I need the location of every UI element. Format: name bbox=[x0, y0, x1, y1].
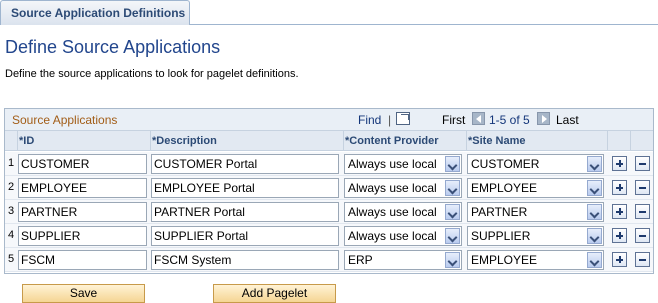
site-name-select[interactable]: EMPLOYEE bbox=[467, 178, 604, 198]
next-row-icon[interactable] bbox=[537, 112, 550, 125]
row-number: 4 bbox=[8, 229, 15, 241]
site-name-select[interactable]: PARTNER bbox=[467, 202, 604, 222]
content-provider-select[interactable]: Always use local bbox=[344, 154, 462, 174]
chevron-down-icon[interactable] bbox=[445, 228, 460, 244]
site-name-value: CUSTOMER bbox=[471, 157, 540, 171]
grid-title: Source Applications bbox=[12, 113, 118, 127]
content-provider-select[interactable]: Always use local bbox=[344, 226, 462, 246]
description-field[interactable] bbox=[151, 250, 339, 270]
chevron-down-icon[interactable] bbox=[587, 228, 602, 244]
site-name-value: EMPLOYEE bbox=[471, 181, 538, 195]
instructions-text: Define the source applications to look f… bbox=[5, 68, 299, 80]
add-row-button[interactable] bbox=[612, 156, 627, 171]
tab-source-application-definitions[interactable]: Source Application Definitions bbox=[0, 0, 190, 25]
content-provider-value: Always use local bbox=[348, 181, 437, 195]
table-row: 2 Always use local EMPLOYEE bbox=[5, 176, 653, 200]
column-header-description[interactable]: *Description bbox=[152, 135, 217, 147]
column-header-content-provider[interactable]: *Content Provider bbox=[345, 135, 439, 147]
content-provider-select[interactable]: ERP bbox=[344, 250, 462, 270]
delete-row-button[interactable] bbox=[635, 156, 650, 171]
chevron-down-icon[interactable] bbox=[587, 156, 602, 172]
content-provider-value: Always use local bbox=[348, 229, 437, 243]
find-link[interactable]: Find bbox=[358, 113, 381, 127]
previous-row-icon[interactable] bbox=[472, 112, 485, 125]
tab-label: Source Application Definitions bbox=[11, 6, 186, 20]
add-row-button[interactable] bbox=[612, 180, 627, 195]
id-field[interactable] bbox=[18, 250, 147, 270]
content-provider-value: Always use local bbox=[348, 205, 437, 219]
tab-divider bbox=[190, 24, 658, 25]
id-field[interactable] bbox=[18, 202, 147, 222]
column-divider bbox=[150, 131, 151, 151]
site-name-value: PARTNER bbox=[471, 205, 528, 219]
row-range: 1-5 of 5 bbox=[489, 113, 530, 127]
table-row: 5 ERP EMPLOYEE bbox=[5, 248, 653, 272]
chevron-down-icon[interactable] bbox=[587, 180, 602, 196]
add-row-button[interactable] bbox=[612, 252, 627, 267]
description-field[interactable] bbox=[151, 202, 339, 222]
column-header-site-name[interactable]: *Site Name bbox=[468, 135, 525, 147]
grid-header: Source Applications Find | First 1-5 of … bbox=[5, 109, 653, 131]
view-all-icon[interactable] bbox=[396, 112, 410, 125]
add-row-button[interactable] bbox=[612, 204, 627, 219]
column-divider bbox=[630, 131, 631, 151]
column-headers: *ID *Description *Content Provider *Site… bbox=[5, 131, 653, 151]
column-divider bbox=[343, 131, 344, 151]
row-number: 3 bbox=[8, 205, 15, 217]
tab-strip: Source Application Definitions bbox=[0, 0, 658, 26]
column-divider bbox=[466, 131, 467, 151]
content-provider-select[interactable]: Always use local bbox=[344, 178, 462, 198]
source-applications-grid: Source Applications Find | First 1-5 of … bbox=[4, 108, 654, 274]
id-field[interactable] bbox=[18, 154, 147, 174]
chevron-down-icon[interactable] bbox=[445, 180, 460, 196]
delete-row-button[interactable] bbox=[635, 228, 650, 243]
site-name-select[interactable]: EMPLOYEE bbox=[467, 250, 604, 270]
description-field[interactable] bbox=[151, 154, 339, 174]
row-number: 1 bbox=[8, 157, 15, 169]
chevron-down-icon[interactable] bbox=[445, 156, 460, 172]
table-row: 4 Always use local SUPPLIER bbox=[5, 224, 653, 248]
delete-row-button[interactable] bbox=[635, 252, 650, 267]
chevron-down-icon[interactable] bbox=[445, 252, 460, 268]
table-row: 1 Always use local CUSTOMER bbox=[5, 152, 653, 176]
separator: | bbox=[388, 113, 392, 127]
row-number: 5 bbox=[8, 253, 15, 265]
add-pagelet-button[interactable]: Add Pagelet bbox=[213, 284, 336, 303]
site-name-value: SUPPLIER bbox=[471, 229, 531, 243]
column-divider bbox=[607, 131, 608, 151]
content-provider-value: ERP bbox=[348, 253, 373, 267]
chevron-down-icon[interactable] bbox=[587, 252, 602, 268]
table-row: 3 Always use local PARTNER bbox=[5, 200, 653, 224]
site-name-select[interactable]: CUSTOMER bbox=[467, 154, 604, 174]
content-provider-select[interactable]: Always use local bbox=[344, 202, 462, 222]
id-field[interactable] bbox=[18, 226, 147, 246]
row-number: 2 bbox=[8, 181, 15, 193]
column-header-id[interactable]: *ID bbox=[19, 135, 34, 147]
last-label: Last bbox=[556, 113, 579, 127]
delete-row-button[interactable] bbox=[635, 204, 650, 219]
site-name-value: EMPLOYEE bbox=[471, 253, 538, 267]
site-name-select[interactable]: SUPPLIER bbox=[467, 226, 604, 246]
save-button[interactable]: Save bbox=[22, 284, 145, 303]
page-title: Define Source Applications bbox=[5, 37, 221, 57]
chevron-down-icon[interactable] bbox=[445, 204, 460, 220]
content-provider-value: Always use local bbox=[348, 157, 437, 171]
column-divider bbox=[17, 131, 18, 151]
id-field[interactable] bbox=[18, 178, 147, 198]
description-field[interactable] bbox=[151, 178, 339, 198]
first-label: First bbox=[442, 113, 466, 127]
add-row-button[interactable] bbox=[612, 228, 627, 243]
description-field[interactable] bbox=[151, 226, 339, 246]
chevron-down-icon[interactable] bbox=[587, 204, 602, 220]
delete-row-button[interactable] bbox=[635, 180, 650, 195]
